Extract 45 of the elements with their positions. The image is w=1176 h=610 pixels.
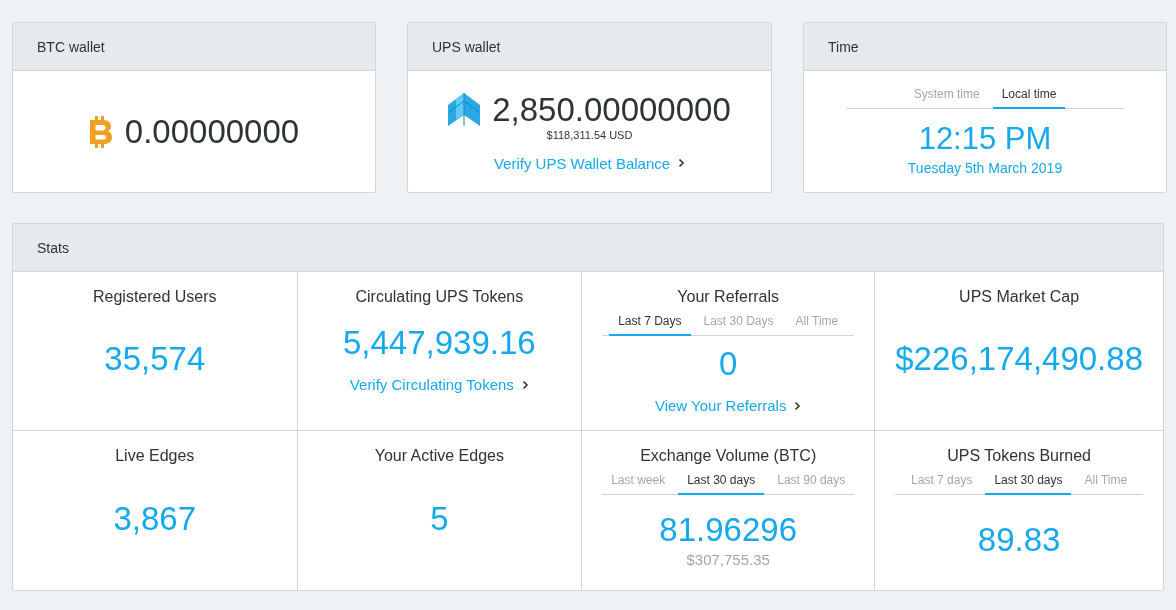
link[interactable]: Verify UPS Wallet Balance [493,154,686,172]
tab[interactable]: Last 7 days [902,473,982,495]
stat-label: Exchange Volume (BTC) [640,447,817,465]
stat-value: 3,867 [113,499,197,538]
stat-label: Your Active Edges [374,447,504,465]
tab[interactable]: Last 7 Days [609,314,691,336]
tab[interactable]: System time [904,87,989,109]
tab[interactable]: Last week [602,473,675,495]
ups-logo-icon [448,93,481,126]
stat-label: Circulating UPS Tokens [355,288,524,306]
bitcoin-icon [88,115,113,148]
stat-value: 5,447,939.16 [343,324,536,362]
card-title: UPS wallet [432,38,501,55]
stat-label: Live Edges [115,447,195,465]
stat-value: 81.96296 [659,511,797,549]
clock-time: 12:15 PM [918,121,1052,157]
stat-subvalue: $307,755.35 [686,551,770,568]
link[interactable]: Verify Circulating Tokens [349,376,529,393]
card-title: Stats [37,239,69,256]
chevron-icon [678,158,686,168]
tab[interactable]: Last 30 days [985,473,1072,495]
tab[interactable]: Last 30 days [678,473,765,495]
tab[interactable]: Local time [992,87,1066,109]
chevron-icon [794,400,802,411]
tab[interactable]: All Time [1075,473,1137,495]
tab[interactable]: Last 30 Days [694,314,783,336]
wallet-balance: 2,850.00000000 [492,90,731,129]
stat-value: 35,574 [104,340,206,378]
wallet-balance: 0.00000000 [124,112,300,151]
date-text: Tuesday 5th March 2019 [907,160,1063,176]
stat-value: 0 [719,345,738,383]
chevron-icon [521,379,529,390]
tab[interactable]: Last 90 days [768,473,855,495]
stat-value: 89.83 [977,520,1061,559]
stat-value: 5 [430,499,449,538]
card-title: Time [828,38,859,55]
stat-label: UPS Tokens Burned [947,447,1091,465]
link[interactable]: View Your Referrals [654,397,802,414]
tab[interactable]: All Time [786,314,848,336]
fiat-value: $118,311.54 USD [546,128,633,141]
stat-label: Your Referrals [677,288,780,306]
stat-label: Registered Users [92,288,217,306]
stat-label: UPS Market Cap [959,288,1080,306]
card-title: BTC wallet [37,38,105,55]
stat-value: $226,174,490.88 [895,340,1143,378]
